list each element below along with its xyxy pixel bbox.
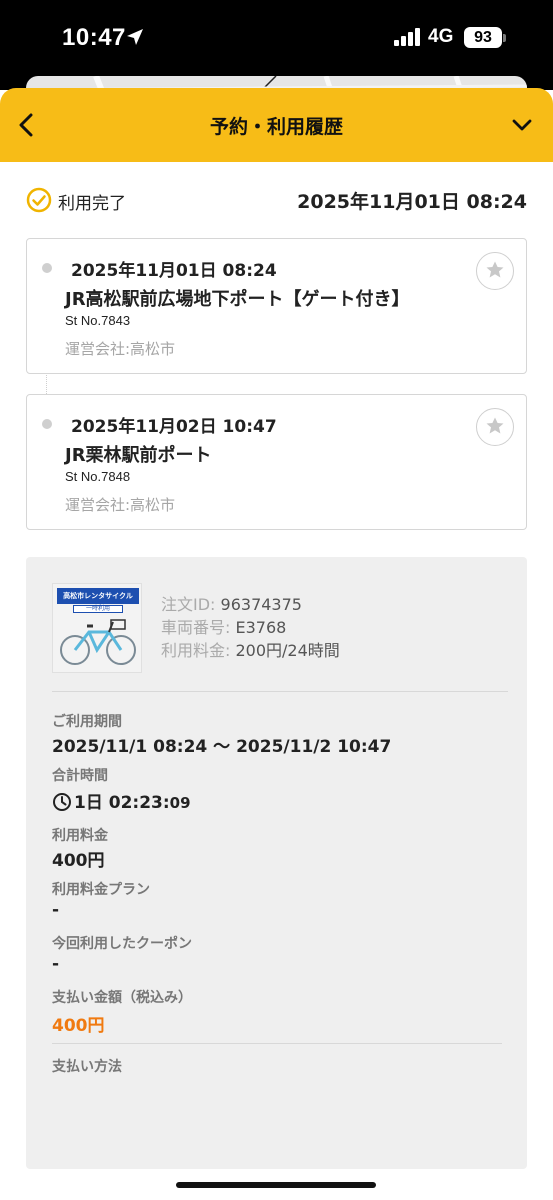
divider <box>52 1043 502 1044</box>
status-time: 10:47 <box>62 24 126 51</box>
favorite-star-button[interactable] <box>476 252 514 290</box>
page-title: 予約・利用履歴 <box>209 116 343 138</box>
header-bar: 予約・利用履歴 <box>0 88 553 162</box>
period-label: ご利用期間 <box>52 714 122 730</box>
usage-fee-label: 利用料金 <box>52 828 108 844</box>
battery-nub <box>503 34 506 42</box>
vehicle-number-label: 車両番号: <box>161 618 231 637</box>
payment-amount-label: 支払い金額（税込み） <box>52 990 192 1006</box>
total-time-label: 合計時間 <box>52 768 108 784</box>
star-icon <box>486 417 504 434</box>
station-number: St No.7843 <box>65 313 131 328</box>
route-dot <box>42 263 52 273</box>
bike-image-subbanner: 一時利用 <box>73 605 123 613</box>
bike-info: 注文ID: 96374375 車両番号: E3768 利用料金: 200円/24… <box>161 593 340 662</box>
status-datetime: 2025年11月01日 08:24 <box>297 191 527 213</box>
station-datetime: 2025年11月02日 10:47 <box>71 417 277 437</box>
station-name: JR高松駅前広場地下ポート【ゲート付き】 <box>65 289 410 310</box>
coupon-label: 今回利用したクーポン <box>52 936 192 952</box>
signal-icon <box>394 28 420 46</box>
star-icon <box>486 261 504 278</box>
plan-label: 利用料金プラン <box>52 882 150 898</box>
payment-amount-value: 400円 <box>52 1016 105 1036</box>
end-station-card[interactable]: 2025年11月02日 10:47 JR栗林駅前ポート St No.7848 運… <box>26 394 527 530</box>
status-label: 利用完了 <box>58 194 126 214</box>
rental-detail-panel: 高松市レンタサイクル 一時利用 注文ID: 96374375 車両番号: E37… <box>26 557 527 1169</box>
clock-icon <box>53 793 71 811</box>
fee-rate-label: 利用料金: <box>161 641 231 660</box>
chevron-down-icon[interactable] <box>509 112 535 138</box>
total-time-main: 1日 02:23: <box>74 793 170 813</box>
station-operator: 運営会社:高松市 <box>65 340 176 358</box>
order-id-value: 96374375 <box>220 595 302 614</box>
usage-fee-value: 400円 <box>52 851 105 871</box>
order-id-label: 注文ID: <box>161 595 216 614</box>
coupon-value: - <box>52 954 60 974</box>
start-station-card[interactable]: 2025年11月01日 08:24 JR高松駅前広場地下ポート【ゲート付き】 S… <box>26 238 527 374</box>
check-circle-icon <box>26 187 52 213</box>
favorite-star-button[interactable] <box>476 408 514 446</box>
fee-rate-value: 200円/24時間 <box>235 641 340 660</box>
total-time-seconds: 09 <box>169 794 191 812</box>
plan-value: - <box>52 900 60 920</box>
station-name: JR栗林駅前ポート <box>65 445 212 466</box>
payment-method-label: 支払い方法 <box>52 1059 122 1075</box>
station-operator: 運営会社:高松市 <box>65 496 176 514</box>
bicycle-icon <box>60 619 136 665</box>
bike-image: 高松市レンタサイクル 一時利用 <box>52 583 142 673</box>
divider <box>52 691 508 692</box>
station-datetime: 2025年11月01日 08:24 <box>71 261 277 281</box>
total-time-value: 1日 02:23:09 <box>52 788 191 813</box>
bike-image-banner: 高松市レンタサイクル <box>57 588 139 604</box>
network-type: 4G <box>428 26 454 47</box>
route-dot <box>42 419 52 429</box>
battery-icon: 93 <box>464 27 502 48</box>
location-arrow-icon <box>127 29 143 45</box>
usage-status-row: 利用完了 2025年11月01日 08:24 <box>26 184 527 216</box>
home-indicator[interactable] <box>176 1182 376 1188</box>
vehicle-number-value: E3768 <box>235 618 287 637</box>
period-value: 2025/11/1 08:24 〜 2025/11/2 10:47 <box>52 737 392 757</box>
station-number: St No.7848 <box>65 469 131 484</box>
